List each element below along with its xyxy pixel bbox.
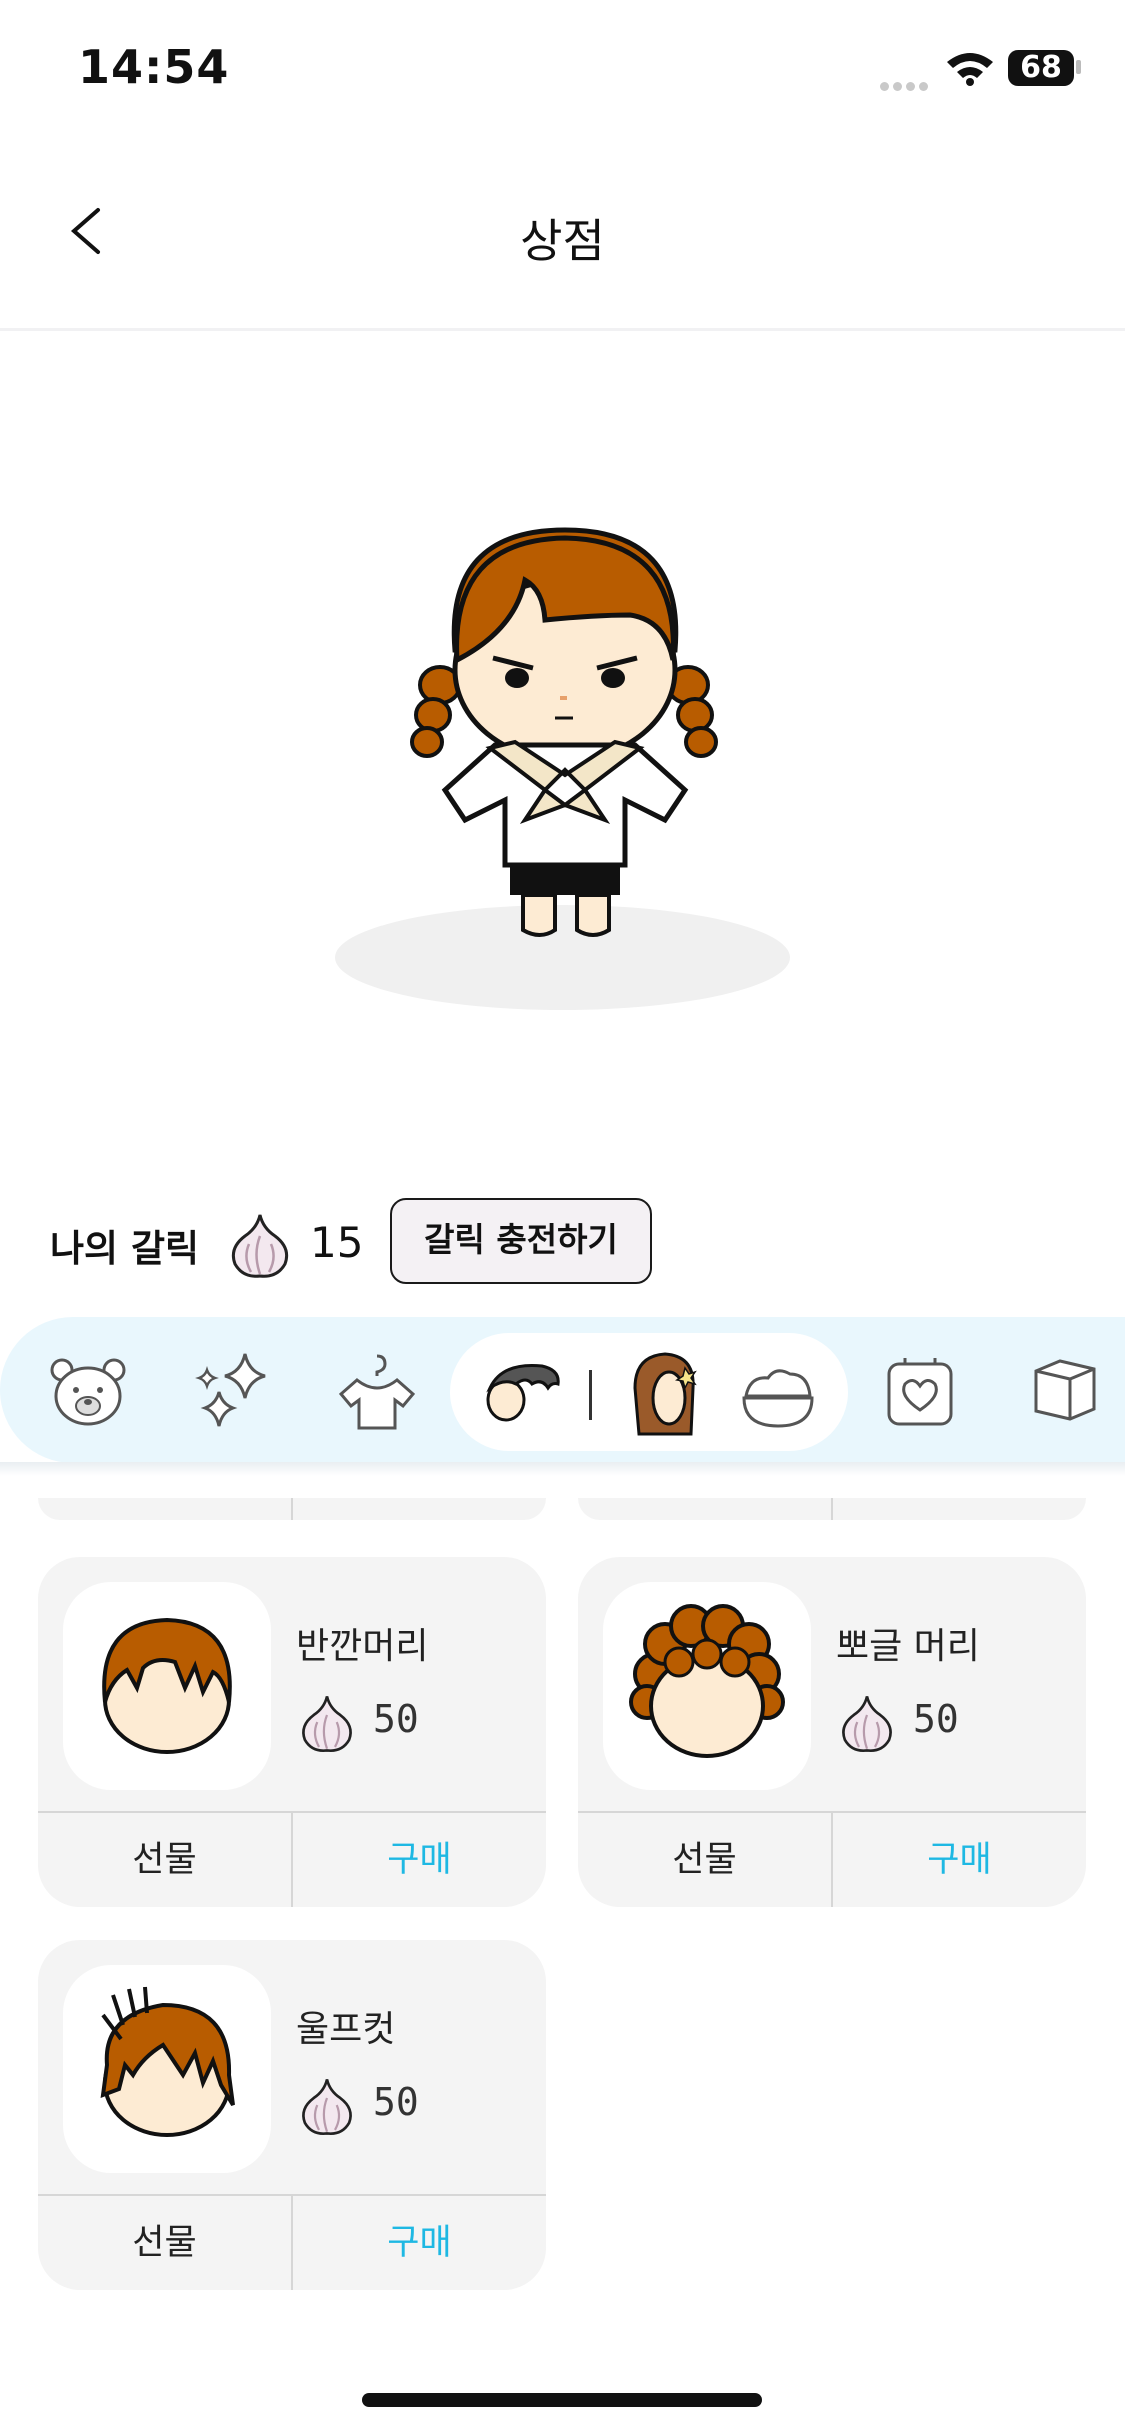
garlic-icon (225, 1210, 295, 1284)
box-icon[interactable] (1030, 1355, 1100, 1429)
garlic-icon (296, 1692, 358, 1758)
battery-cap (1076, 60, 1081, 74)
category-bar-shadow (0, 1462, 1125, 1476)
item-price: 50 (913, 1697, 959, 1741)
item-name: 반깐머리 (296, 1626, 429, 1667)
buy-button[interactable]: 구매 (833, 1813, 1086, 1907)
hair-back-icon[interactable] (625, 1348, 705, 1442)
status-time: 14:54 (78, 40, 230, 94)
face-cream-icon[interactable] (738, 1360, 818, 1434)
hanger-shirt-icon[interactable] (335, 1350, 419, 1438)
item-card-partial (578, 1498, 1086, 1520)
garlic-icon (836, 1692, 898, 1758)
sparkles-icon[interactable] (195, 1348, 275, 1442)
garlic-icon (296, 2075, 358, 2141)
my-garlic-count: 15 (310, 1218, 364, 1267)
charge-garlic-button[interactable]: 갈릭 충전하기 (390, 1198, 652, 1284)
buy-button[interactable]: 구매 (293, 2196, 546, 2290)
avatar-character (395, 520, 735, 954)
gift-button[interactable]: 선물 (38, 1813, 291, 1907)
my-garlic-label: 나의 갈릭 (50, 1227, 200, 1270)
hair-thumbnail (63, 1965, 271, 2173)
item-name: 울프컷 (296, 2009, 396, 2050)
category-divider (589, 1370, 592, 1420)
item-name: 뽀글 머리 (836, 1626, 980, 1667)
item-card: 울프컷 50 선물 구매 (38, 1940, 546, 2290)
header-divider (0, 328, 1125, 331)
buy-button[interactable]: 구매 (293, 1813, 546, 1907)
item-price: 50 (373, 1697, 419, 1741)
hair-thumbnail (603, 1582, 811, 1790)
home-indicator (362, 2393, 762, 2407)
bear-icon[interactable] (48, 1352, 128, 1436)
frame-heart-icon[interactable] (885, 1352, 955, 1432)
gift-button[interactable]: 선물 (38, 2196, 291, 2290)
gift-button[interactable]: 선물 (578, 1813, 831, 1907)
item-card-partial (38, 1498, 546, 1520)
wifi-icon (945, 50, 995, 90)
battery-level: 68 (1008, 50, 1074, 86)
item-price: 50 (373, 2080, 419, 2124)
item-card: 반깐머리 50 선물 구매 (38, 1557, 546, 1907)
page-title: 상점 (520, 214, 605, 268)
hair-front-icon[interactable] (482, 1358, 562, 1432)
cellular-signal-icon (880, 76, 932, 95)
hair-thumbnail (63, 1582, 271, 1790)
item-card: 뽀글 머리 50 선물 구매 (578, 1557, 1086, 1907)
